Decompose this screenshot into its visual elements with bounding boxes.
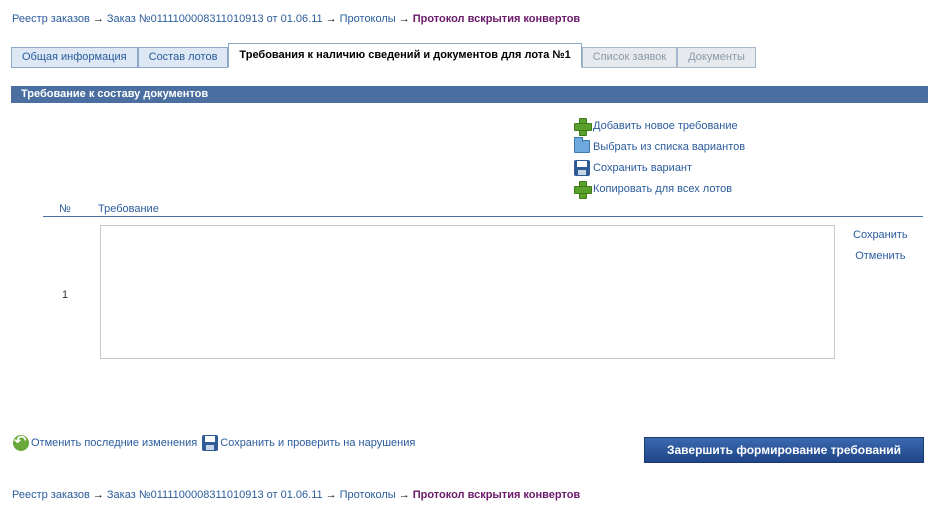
cancel-row-link[interactable]: Отменить [853,248,908,264]
breadcrumb-link-protocols[interactable]: Протоколы [340,489,396,501]
save-variant-action[interactable]: Сохранить вариант [573,157,745,178]
breadcrumb-bottom: Реестр заказов → Заказ №011110000831101091… [12,489,580,501]
breadcrumb-current: Протокол вскрытия конвертов [412,13,581,25]
copy-all-lots-action[interactable]: Копировать для всех лотов [573,178,745,199]
requirement-actions: Добавить новое требование Выбрать из спи… [573,115,745,199]
breadcrumb-current: Протокол вскрытия конвертов [412,489,581,501]
section-title: Требование к составу документов [11,86,928,103]
add-requirement-action[interactable]: Добавить новое требование [573,115,745,136]
folder-icon [573,137,591,156]
breadcrumb-link-registry[interactable]: Реестр заказов [12,489,90,501]
choose-variant-action[interactable]: Выбрать из списка вариантов [573,136,745,157]
floppy-icon [201,434,219,452]
breadcrumb-separator: → [398,13,410,25]
plus-icon [573,180,592,199]
requirements-table-header: № Требование [43,203,923,217]
choose-variant-link[interactable]: Выбрать из списка вариантов [593,141,745,153]
undo-action[interactable]: Отменить последние изменения [12,432,197,452]
tab-applications[interactable]: Список заявок [581,47,678,68]
tab-documents[interactable]: Документы [677,47,756,68]
tab-general-info[interactable]: Общая информация [11,47,138,68]
breadcrumb-link-registry[interactable]: Реестр заказов [12,13,90,25]
tab-bar: Общая информация Состав лотов Требования… [11,43,756,68]
tab-lots[interactable]: Состав лотов [137,47,229,68]
breadcrumb-link-order[interactable]: Заказ №0111100008311010913 от 01.06.11 [107,489,323,501]
breadcrumb-separator: → [92,13,104,25]
row-actions: Сохранить Отменить [853,227,908,269]
save-check-action[interactable]: Сохранить и проверить на нарушения [201,434,415,452]
undo-link[interactable]: Отменить последние изменения [31,437,197,449]
column-header-requirement: Требование [98,203,159,215]
row-number: 1 [62,289,69,301]
breadcrumb-separator: → [325,13,337,25]
add-requirement-link[interactable]: Добавить новое требование [593,120,738,132]
breadcrumb-link-protocols[interactable]: Протоколы [340,13,396,25]
floppy-icon [573,159,591,177]
save-variant-link[interactable]: Сохранить вариант [593,162,692,174]
save-check-link[interactable]: Сохранить и проверить на нарушения [220,437,415,449]
copy-all-lots-link[interactable]: Копировать для всех лотов [593,183,732,195]
plus-icon [573,117,592,136]
column-header-number: № [59,203,71,215]
breadcrumb-separator: → [325,489,337,501]
finish-requirements-button[interactable]: Завершить формирование требований [644,437,924,463]
breadcrumb-top: Реестр заказов → Заказ №011110000831101091… [12,13,580,25]
breadcrumb-link-order[interactable]: Заказ №0111100008311010913 от 01.06.11 [107,13,323,25]
undo-icon [12,432,30,452]
requirement-textarea[interactable] [100,225,835,359]
tab-requirements[interactable]: Требования к наличию сведений и документ… [228,43,582,68]
bottom-actions: Отменить последние изменения Сохранить и… [12,432,419,452]
breadcrumb-separator: → [398,489,410,501]
save-row-link[interactable]: Сохранить [853,227,908,243]
breadcrumb-separator: → [92,489,104,501]
